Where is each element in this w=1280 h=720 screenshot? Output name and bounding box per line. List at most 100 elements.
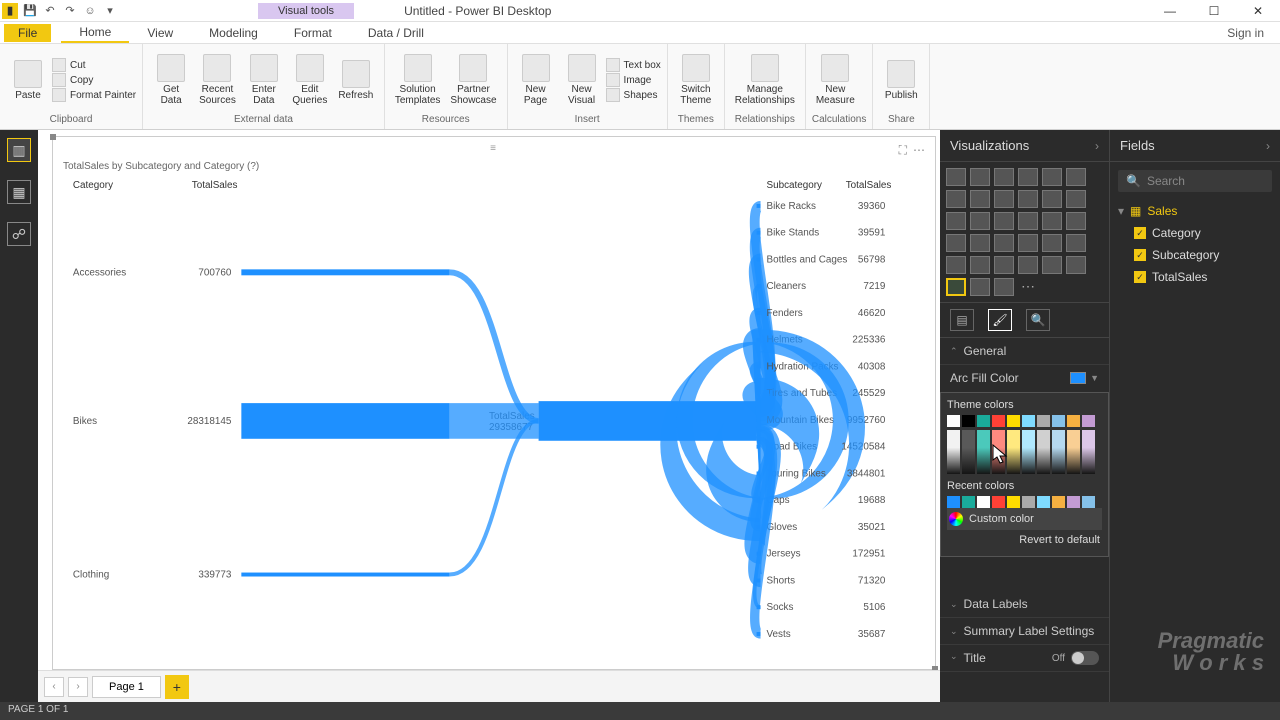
color-swatch[interactable] <box>1052 496 1065 508</box>
textbox-button[interactable]: Text box <box>606 58 661 72</box>
format-painter-button[interactable]: Format Painter <box>52 88 136 102</box>
canvas-area[interactable]: ≡ ⛶ ⋯ TotalSales by Subcategory and Cate… <box>38 130 940 702</box>
color-swatch-column[interactable] <box>1067 430 1080 474</box>
viz-type-22[interactable] <box>1042 234 1062 252</box>
viz-type-23[interactable] <box>1066 234 1086 252</box>
enter-data-button[interactable]: Enter Data <box>242 52 286 108</box>
viz-type-21[interactable] <box>1018 234 1038 252</box>
focus-mode-icon[interactable]: ⛶ <box>899 143 907 158</box>
visual-container[interactable]: ≡ ⛶ ⋯ TotalSales by Subcategory and Cate… <box>52 136 936 670</box>
page-next-button[interactable]: › <box>68 677 88 697</box>
close-button[interactable]: ✕ <box>1236 0 1280 22</box>
field-category[interactable]: ✓Category <box>1110 222 1280 244</box>
shapes-button[interactable]: Shapes <box>606 88 661 102</box>
viz-type-25[interactable] <box>970 256 990 274</box>
viz-type-15[interactable] <box>1018 212 1038 230</box>
viz-type-2[interactable] <box>994 168 1014 186</box>
viz-type-26[interactable] <box>994 256 1014 274</box>
custom-color-button[interactable]: Custom color <box>947 508 1102 530</box>
checkbox-icon[interactable]: ✓ <box>1134 249 1146 261</box>
color-swatch[interactable] <box>1082 496 1095 508</box>
visual-tools-tab[interactable]: Visual tools <box>258 3 354 19</box>
publish-button[interactable]: Publish <box>879 58 923 103</box>
color-swatch[interactable] <box>977 415 990 427</box>
page-tab-1[interactable]: Page 1 <box>92 676 161 698</box>
model-view-button[interactable]: ☍ <box>7 222 31 246</box>
arc-color-dropdown-icon[interactable]: ▼ <box>1090 373 1099 383</box>
viz-type-0[interactable] <box>946 168 966 186</box>
color-swatch[interactable] <box>1067 415 1080 427</box>
viz-type-24[interactable] <box>946 256 966 274</box>
color-swatch[interactable] <box>1007 496 1020 508</box>
viz-type-20[interactable] <box>994 234 1014 252</box>
format-summary-label[interactable]: ⌄Summary Label Settings <box>940 618 1109 645</box>
minimize-button[interactable]: — <box>1148 0 1192 22</box>
format-tab[interactable]: 🖌 <box>988 309 1012 331</box>
color-swatch-column[interactable] <box>962 430 975 474</box>
color-swatch[interactable] <box>962 415 975 427</box>
color-swatch-column[interactable] <box>1037 430 1050 474</box>
viz-type-4[interactable] <box>1042 168 1062 186</box>
arc-fill-color-row[interactable]: Arc Fill Color ▼ <box>940 365 1109 391</box>
viz-type-3[interactable] <box>1018 168 1038 186</box>
color-swatch[interactable] <box>962 496 975 508</box>
paste-button[interactable]: Paste <box>6 58 50 103</box>
checkbox-icon[interactable]: ✓ <box>1134 271 1146 283</box>
more-options-icon[interactable]: ⋯ <box>913 143 925 158</box>
file-menu[interactable]: File <box>4 24 51 42</box>
viz-type-29[interactable] <box>1066 256 1086 274</box>
copy-button[interactable]: Copy <box>52 73 136 87</box>
new-measure-button[interactable]: New Measure <box>812 52 859 108</box>
field-totalsales[interactable]: ✓TotalSales <box>1110 266 1280 288</box>
collapse-viz-icon[interactable]: › <box>1095 139 1099 153</box>
viz-type-17[interactable] <box>1066 212 1086 230</box>
new-page-button[interactable]: New Page <box>514 52 558 108</box>
tab-format[interactable]: Format <box>276 24 350 42</box>
viz-type-32[interactable] <box>994 278 1014 296</box>
viz-more-icon[interactable]: ⋯ <box>1018 278 1038 296</box>
format-general[interactable]: ⌃General <box>940 338 1109 365</box>
refresh-button[interactable]: Refresh <box>334 58 378 103</box>
color-swatch-column[interactable] <box>1007 430 1020 474</box>
color-swatch[interactable] <box>1022 496 1035 508</box>
fields-table-sales[interactable]: ▾▦Sales <box>1110 200 1280 222</box>
solution-templates-button[interactable]: Solution Templates <box>391 52 445 108</box>
redo-icon[interactable]: ↷ <box>62 3 78 19</box>
fields-search[interactable]: 🔍Search <box>1118 170 1272 192</box>
collapse-fields-icon[interactable]: › <box>1266 139 1270 153</box>
tab-modeling[interactable]: Modeling <box>191 24 276 42</box>
sign-in-link[interactable]: Sign in <box>1211 24 1280 42</box>
qat-dropdown-icon[interactable]: ▾ <box>102 3 118 19</box>
smiley-icon[interactable]: ☺ <box>82 3 98 19</box>
color-swatch[interactable] <box>947 496 960 508</box>
viz-type-30[interactable] <box>946 278 966 296</box>
undo-icon[interactable]: ↶ <box>42 3 58 19</box>
color-swatch[interactable] <box>992 415 1005 427</box>
viz-type-1[interactable] <box>970 168 990 186</box>
viz-type-11[interactable] <box>1066 190 1086 208</box>
color-swatch[interactable] <box>1037 415 1050 427</box>
viz-type-7[interactable] <box>970 190 990 208</box>
viz-type-8[interactable] <box>994 190 1014 208</box>
drag-grip-icon[interactable]: ≡ <box>490 143 498 154</box>
tab-view[interactable]: View <box>129 24 191 42</box>
recent-sources-button[interactable]: Recent Sources <box>195 52 240 108</box>
tab-home[interactable]: Home <box>61 23 129 43</box>
cut-button[interactable]: Cut <box>52 58 136 72</box>
color-swatch[interactable] <box>1052 415 1065 427</box>
fields-well-tab[interactable]: ▤ <box>950 309 974 331</box>
checkbox-icon[interactable]: ✓ <box>1134 227 1146 239</box>
color-swatch-column[interactable] <box>1082 430 1095 474</box>
title-toggle[interactable] <box>1071 651 1099 665</box>
viz-type-12[interactable] <box>946 212 966 230</box>
revert-default-button[interactable]: Revert to default <box>947 530 1102 550</box>
page-prev-button[interactable]: ‹ <box>44 677 64 697</box>
color-swatch[interactable] <box>1022 415 1035 427</box>
viz-type-13[interactable] <box>970 212 990 230</box>
maximize-button[interactable]: ☐ <box>1192 0 1236 22</box>
viz-type-16[interactable] <box>1042 212 1062 230</box>
arc-color-chip[interactable] <box>1070 372 1086 384</box>
analytics-tab[interactable]: 🔍 <box>1026 309 1050 331</box>
viz-type-18[interactable] <box>946 234 966 252</box>
report-view-button[interactable]: ▥ <box>7 138 31 162</box>
